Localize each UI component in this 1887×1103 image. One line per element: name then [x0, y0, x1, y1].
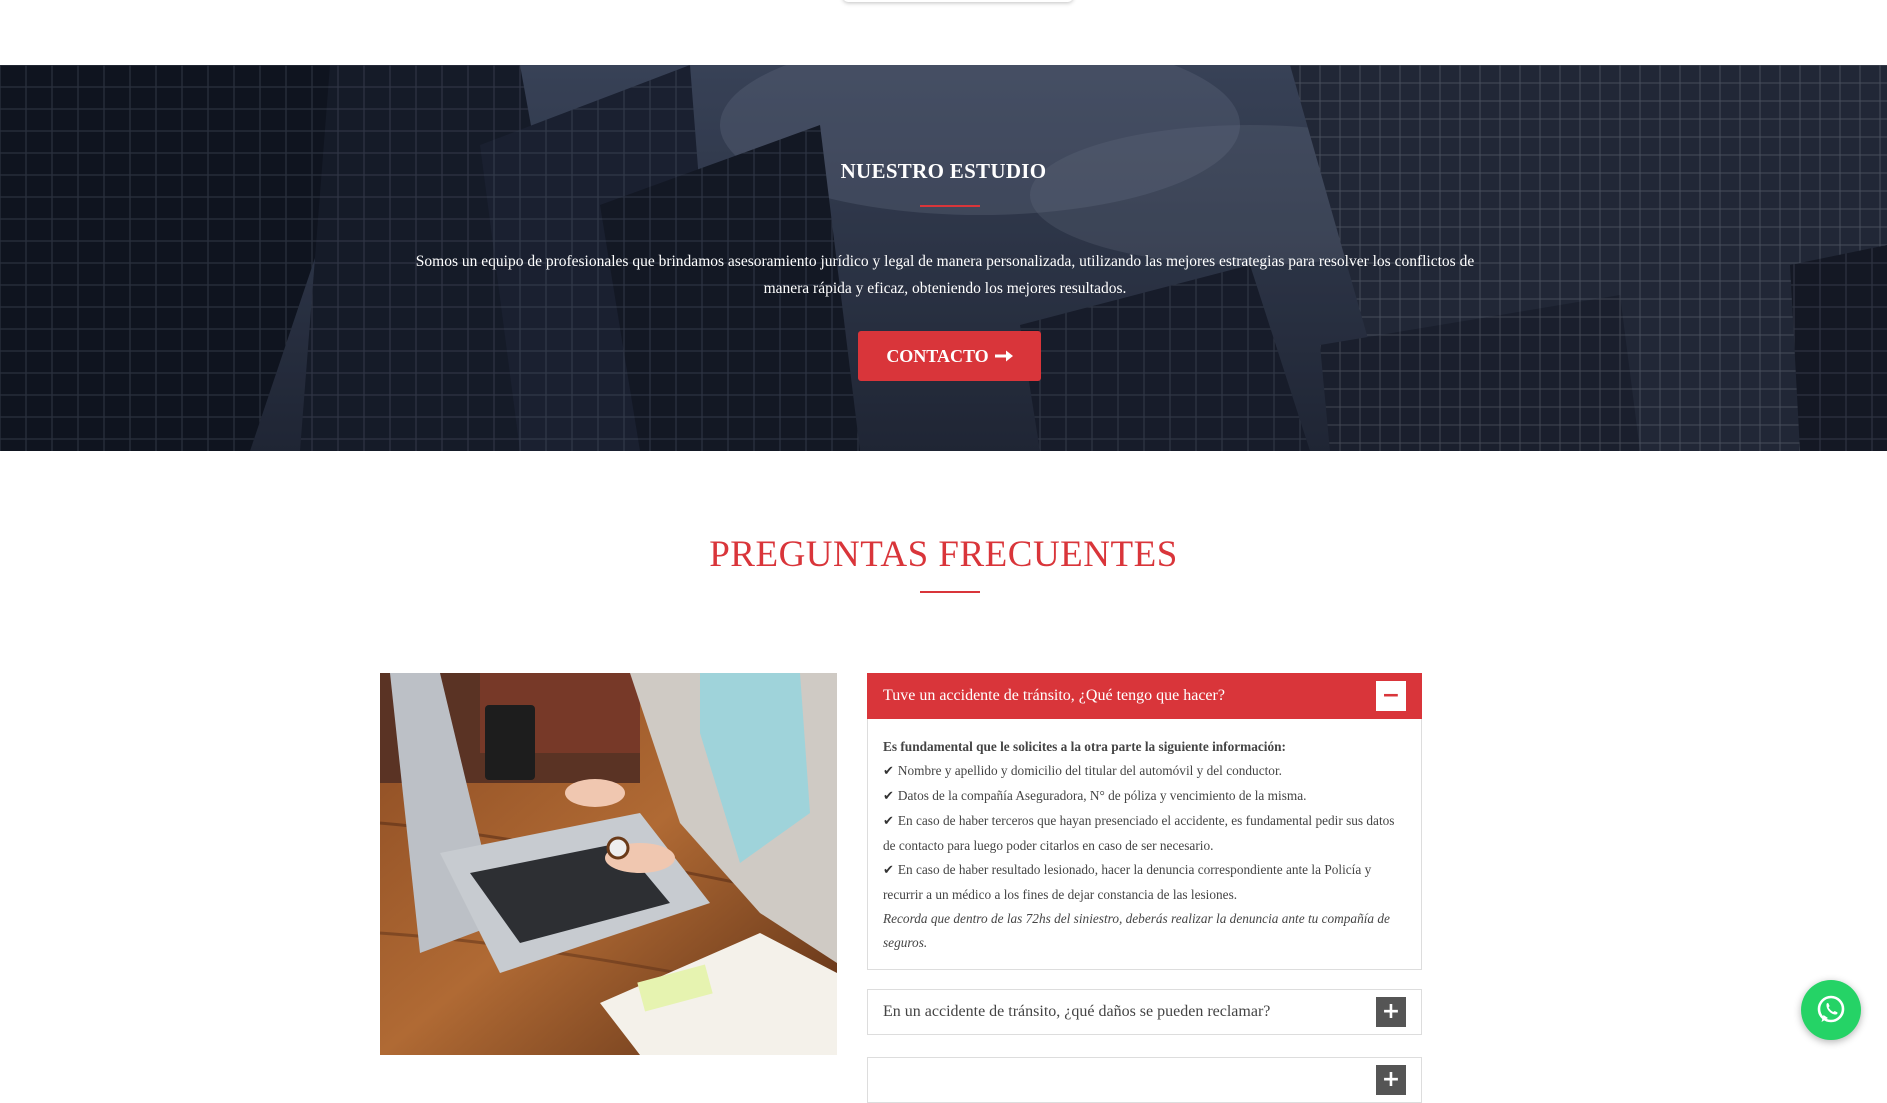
answer-point: ✔ En caso de haber resultado lesionado, h…	[883, 862, 1372, 902]
faq-question-header[interactable]: +	[867, 1057, 1422, 1103]
faq-photo	[380, 673, 837, 1055]
contact-button-label: CONTACTO	[886, 345, 989, 366]
faq-question: En un accidente de tránsito, ¿qué daños …	[883, 1003, 1271, 1020]
faq-item: +	[867, 1057, 1422, 1103]
hero-divider	[920, 205, 980, 207]
collapse-icon[interactable]: −	[1376, 681, 1406, 711]
arrow-right-icon	[994, 350, 1013, 362]
faq-answer: Es fundamental que le solicites a la otr…	[867, 719, 1422, 970]
faq-divider	[920, 591, 980, 593]
contact-button[interactable]: CONTACTO	[858, 331, 1041, 381]
expand-icon[interactable]: +	[1376, 1065, 1406, 1095]
answer-lead: Es fundamental que le solicites a la otr…	[883, 739, 1286, 754]
hero-description: Somos un equipo de profesionales que bri…	[415, 253, 1475, 297]
faq-question-header[interactable]: Tuve un accidente de tránsito, ¿Qué teng…	[867, 673, 1422, 719]
check-icon: ✔	[883, 863, 894, 878]
check-icon: ✔	[883, 764, 894, 779]
faq-item: En un accidente de tránsito, ¿qué daños …	[867, 989, 1422, 1035]
faq-title: PREGUNTAS FRECUENTES	[709, 534, 1178, 575]
hero-section: NUESTRO ESTUDIO Somos un equipo de profe…	[0, 65, 1887, 451]
header-tab	[843, 0, 1073, 2]
whatsapp-icon	[1817, 995, 1845, 1023]
faq-question: Tuve un accidente de tránsito, ¿Qué teng…	[883, 687, 1225, 704]
faq-item: Tuve un accidente de tránsito, ¿Qué teng…	[867, 673, 1422, 970]
answer-point: ✔ En caso de haber terceros que hayan pre…	[883, 813, 1395, 853]
answer-note: Recorda que dentro de las 72hs del sinie…	[883, 911, 1390, 950]
expand-icon[interactable]: +	[1376, 997, 1406, 1027]
answer-point: ✔ Nombre y apellido y domicilio del titul…	[883, 763, 1282, 779]
faq-question-header[interactable]: En un accidente de tránsito, ¿qué daños …	[867, 989, 1422, 1035]
check-icon: ✔	[883, 814, 894, 829]
check-icon: ✔	[883, 789, 894, 804]
hero-title: NUESTRO ESTUDIO	[840, 159, 1047, 183]
answer-point: ✔ Datos de la compañía Aseguradora, N° de…	[883, 788, 1307, 804]
whatsapp-button[interactable]	[1801, 980, 1861, 1040]
